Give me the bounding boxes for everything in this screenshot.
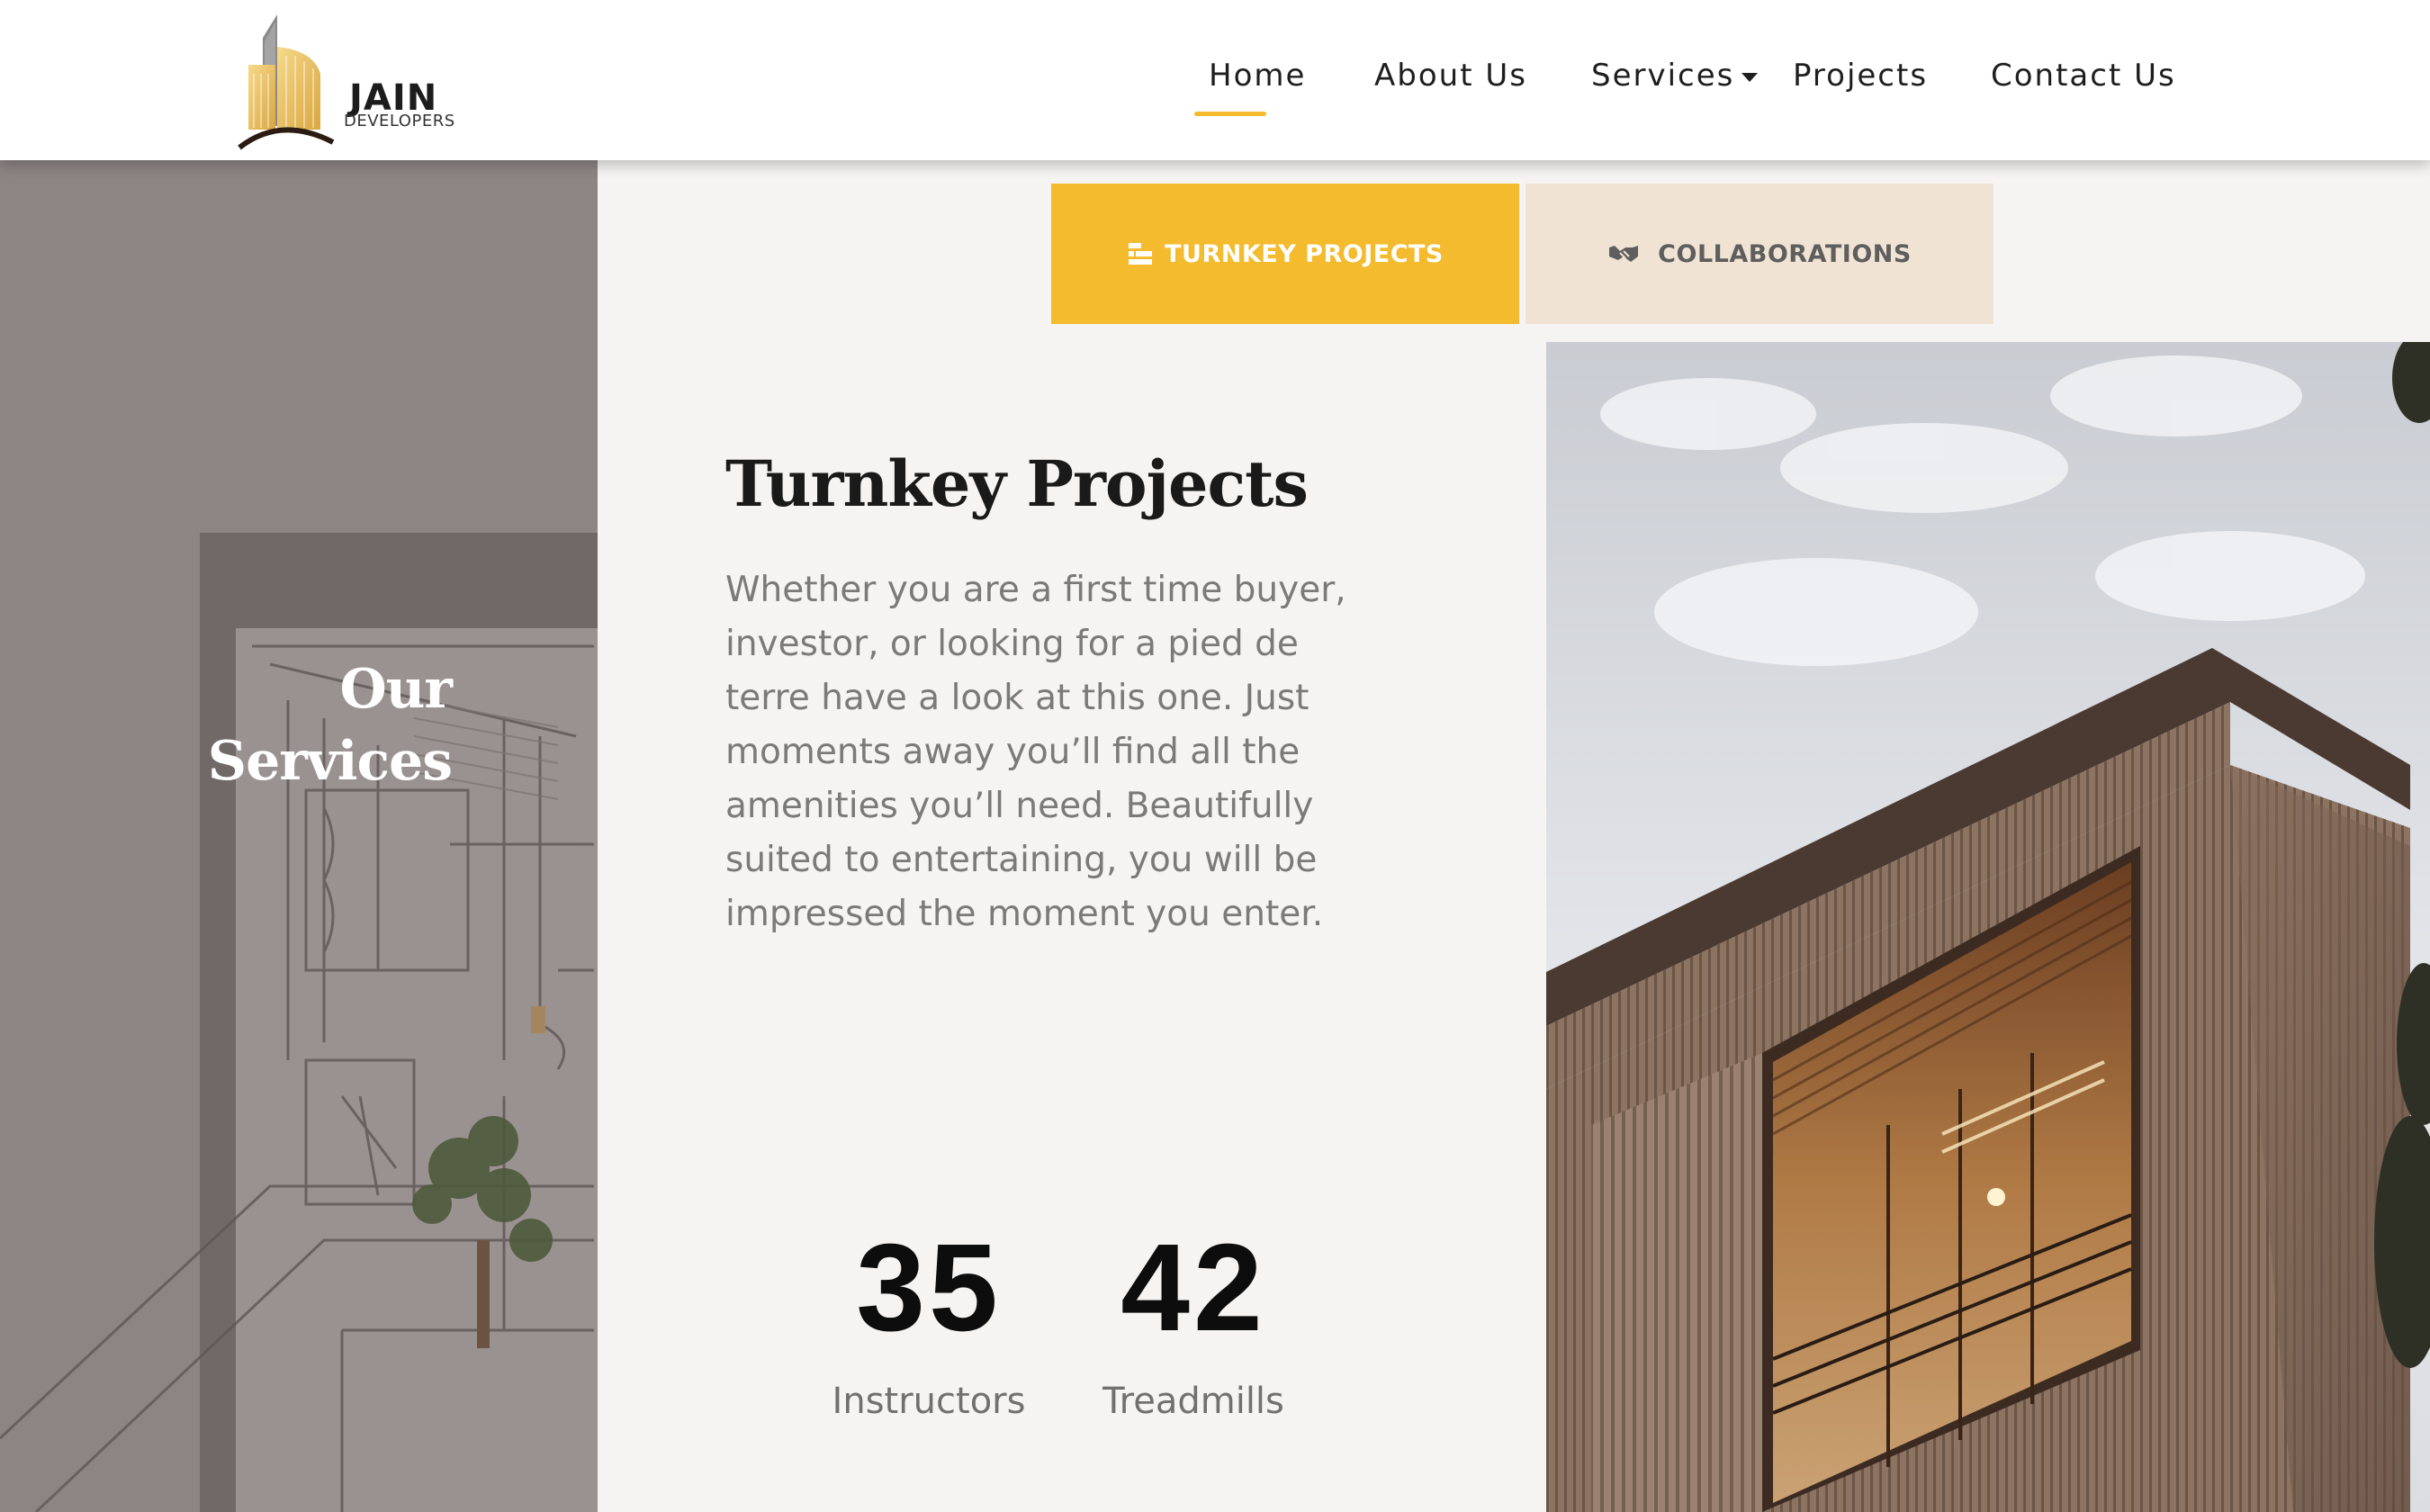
stat-treadmills-label: Treadmills [1102,1381,1284,1422]
chevron-down-icon [1742,72,1759,82]
handshake-icon [1609,246,1639,262]
active-nav-indicator [1194,112,1266,116]
services-hero-panel: Our Services [0,160,598,1512]
nav-home[interactable]: Home [1209,58,1306,94]
stat-instructors-value: 35 [856,1219,1002,1357]
hero-title-line1: Our [339,658,454,721]
nav-about-us[interactable]: About Us [1374,58,1527,94]
interior-sketch-background [0,160,598,1512]
building-logo-icon [238,14,335,150]
tab-turnkey-label: TURNKEY PROJECTS [1165,239,1444,268]
logo-subtitle: DEVELOPERS [344,112,455,130]
section-title: Turnkey Projects [725,446,1309,521]
site-header: JAIN DEVELOPERS Home About Us Services P… [0,0,2430,160]
tab-collaborations[interactable]: COLLABORATIONS [1526,184,1994,324]
section-description: Whether you are a first time buyer, inve… [725,570,1346,934]
tab-collaborations-label: COLLABORATIONS [1658,239,1912,268]
hero-title: Our Services [135,653,454,797]
stat-instructors-label: Instructors [832,1381,1026,1422]
nav-projects[interactable]: Projects [1793,58,1928,94]
nav-services-label: Services [1591,58,1735,94]
nav-contact-us[interactable]: Contact Us [1991,58,2176,94]
jain-developers-logo[interactable]: JAIN DEVELOPERS [236,11,470,150]
building-photo [1546,342,2430,1512]
stat-treadmills-value: 42 [1120,1219,1266,1357]
tab-turnkey-projects[interactable]: TURNKEY PROJECTS [1051,184,1519,324]
blocks-icon [1129,243,1153,265]
hero-title-line2: Services [207,730,453,793]
modern-house-image [1546,342,2430,1512]
nav-services[interactable]: Services [1591,58,1759,94]
